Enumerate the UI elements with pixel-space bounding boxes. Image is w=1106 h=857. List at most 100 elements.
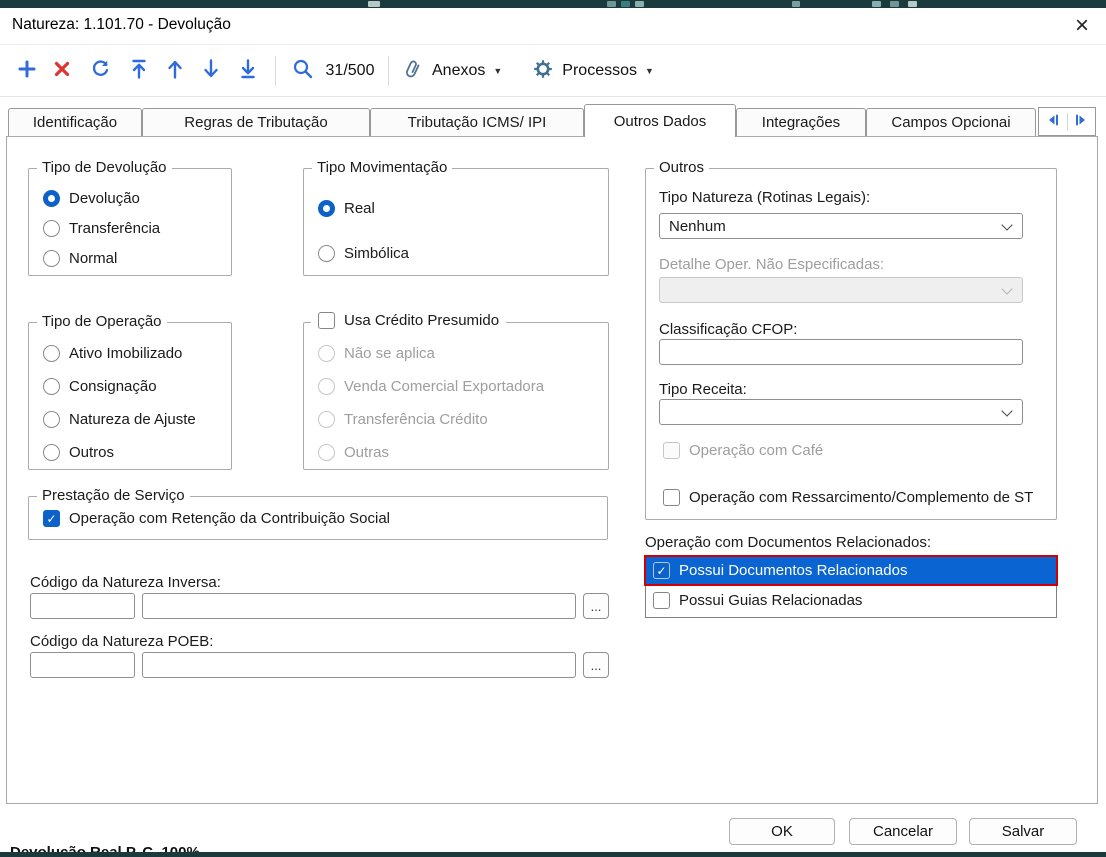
ok-button[interactable]: OK bbox=[729, 818, 835, 845]
anexos-chevron-down-icon[interactable]: ▼ bbox=[493, 66, 502, 76]
search-button[interactable] bbox=[285, 51, 321, 91]
record-counter: 31/500 bbox=[321, 62, 379, 80]
classificacao-cfop-input[interactable] bbox=[659, 339, 1023, 365]
tipo-natureza-select[interactable]: Nenhum bbox=[659, 213, 1023, 239]
radio-real[interactable]: Real bbox=[318, 200, 375, 217]
natureza-inversa-label: Código da Natureza Inversa: bbox=[30, 574, 221, 591]
radio-icon bbox=[43, 444, 60, 461]
search-icon bbox=[292, 58, 314, 84]
tipo-operacao-group: Tipo de Operação Ativo Imobilizado Consi… bbox=[28, 322, 232, 470]
radio-simbolica[interactable]: Simbólica bbox=[318, 245, 409, 262]
desktop-strip-bottom bbox=[0, 852, 1106, 857]
radio-disabled-icon bbox=[318, 444, 335, 461]
anexos-button[interactable] bbox=[398, 51, 428, 91]
radio-transferencia[interactable]: Transferência bbox=[43, 220, 160, 237]
toolbar-divider bbox=[0, 96, 1106, 97]
desktop-strip-icon bbox=[621, 1, 630, 7]
checkbox-checked-icon bbox=[43, 510, 60, 527]
desktop-strip-icon bbox=[872, 1, 881, 7]
possui-documentos-relacionados-option[interactable]: Possui Documentos Relacionados bbox=[644, 555, 1058, 586]
radio-label: Devolução bbox=[69, 190, 140, 207]
move-first-button[interactable] bbox=[120, 51, 157, 91]
retencao-contribuicao-social-checkbox[interactable]: Operação com Retenção da Contribuição So… bbox=[43, 510, 390, 527]
tab-regras-de-tributacao[interactable]: Regras de Tributação bbox=[142, 108, 370, 136]
outros-group: Outros Tipo Natureza (Rotinas Legais): N… bbox=[645, 168, 1057, 520]
documentos-relacionados-listbox: Possui Documentos Relacionados Possui Gu… bbox=[645, 555, 1057, 618]
radio-label: Ativo Imobilizado bbox=[69, 345, 182, 362]
ressarcimento-st-checkbox[interactable]: Operação com Ressarcimento/Complemento d… bbox=[663, 489, 1033, 506]
processos-label[interactable]: Processos bbox=[562, 62, 637, 80]
tab-integracoes[interactable]: Integrações bbox=[736, 108, 866, 136]
checkbox-unchecked-icon bbox=[318, 312, 335, 329]
natureza-inversa-descricao-input[interactable] bbox=[142, 593, 576, 619]
tipo-natureza-label: Tipo Natureza (Rotinas Legais): bbox=[659, 189, 870, 206]
radio-label: Transferência Crédito bbox=[344, 411, 488, 428]
natureza-poeb-codigo-input[interactable] bbox=[30, 652, 135, 678]
possui-guias-relacionadas-option[interactable]: Possui Guias Relacionadas bbox=[646, 586, 1056, 615]
radio-outros[interactable]: Outros bbox=[43, 444, 114, 461]
arrow-up-to-bar-icon bbox=[130, 58, 148, 84]
move-up-button[interactable] bbox=[157, 51, 193, 91]
tab-tributacao-icms-ipi[interactable]: Tributação ICMS/ IPI bbox=[370, 108, 584, 136]
anexos-label[interactable]: Anexos bbox=[432, 62, 485, 80]
group-title: Tipo de Operação bbox=[37, 313, 167, 330]
titlebar-divider bbox=[0, 44, 1106, 45]
radio-outras[interactable]: Outras bbox=[318, 444, 389, 461]
delete-button[interactable] bbox=[44, 51, 80, 91]
radio-transferencia-credito[interactable]: Transferência Crédito bbox=[318, 411, 488, 428]
natureza-dialog: Natureza: 1.101.70 - Devolução × 31/50 bbox=[0, 0, 1106, 857]
radio-consignacao[interactable]: Consignação bbox=[43, 378, 157, 395]
tab-identificacao[interactable]: Identificação bbox=[8, 108, 142, 136]
plus-icon bbox=[17, 59, 37, 83]
radio-normal[interactable]: Normal bbox=[43, 250, 117, 267]
radio-icon bbox=[43, 220, 60, 237]
processos-button[interactable] bbox=[528, 51, 558, 91]
checkbox-unchecked-icon bbox=[663, 489, 680, 506]
cancelar-button[interactable]: Cancelar bbox=[849, 818, 957, 845]
processos-chevron-down-icon[interactable]: ▼ bbox=[645, 66, 654, 76]
tab-scroll-left-icon[interactable] bbox=[1046, 113, 1060, 131]
checkbox-label: Operação com Ressarcimento/Complemento d… bbox=[689, 489, 1033, 506]
checkbox-label: Operação com Retenção da Contribuição So… bbox=[69, 510, 390, 527]
natureza-poeb-browse-button[interactable]: ... bbox=[583, 652, 609, 678]
natureza-inversa-browse-button[interactable]: ... bbox=[583, 593, 609, 619]
radio-venda-comercial-exportadora[interactable]: Venda Comercial Exportadora bbox=[318, 378, 544, 395]
close-button[interactable]: × bbox=[1058, 8, 1106, 44]
natureza-poeb-descricao-input[interactable] bbox=[142, 652, 576, 678]
detalhe-oper-select bbox=[659, 277, 1023, 303]
refresh-button[interactable] bbox=[80, 51, 120, 91]
tab-scroll-right-icon[interactable] bbox=[1074, 113, 1088, 131]
checkbox-label: Operação com Café bbox=[689, 442, 823, 459]
toolbar-separator bbox=[388, 56, 389, 86]
salvar-button[interactable]: Salvar bbox=[969, 818, 1077, 845]
selected-value: Nenhum bbox=[669, 218, 726, 235]
radio-ativo-imobilizado[interactable]: Ativo Imobilizado bbox=[43, 345, 182, 362]
radio-icon bbox=[43, 411, 60, 428]
add-button[interactable] bbox=[10, 51, 44, 91]
radio-selected-icon bbox=[43, 190, 60, 207]
tab-campos-opcionais[interactable]: Campos Opcionai bbox=[866, 108, 1036, 136]
radio-label: Outras bbox=[344, 444, 389, 461]
radio-devolucao[interactable]: Devolução bbox=[43, 190, 140, 207]
operacao-com-cafe-checkbox: Operação com Café bbox=[663, 442, 823, 459]
usa-credito-presumido-checkbox[interactable]: Usa Crédito Presumido bbox=[311, 312, 506, 329]
tipo-receita-label: Tipo Receita: bbox=[659, 381, 747, 398]
radio-label: Não se aplica bbox=[344, 345, 435, 362]
radio-icon bbox=[43, 250, 60, 267]
option-label: Possui Documentos Relacionados bbox=[679, 562, 907, 579]
radio-label: Natureza de Ajuste bbox=[69, 411, 196, 428]
natureza-inversa-codigo-input[interactable] bbox=[30, 593, 135, 619]
radio-nao-se-aplica[interactable]: Não se aplica bbox=[318, 345, 435, 362]
move-last-button[interactable] bbox=[229, 51, 266, 91]
radio-selected-icon bbox=[318, 200, 335, 217]
radio-disabled-icon bbox=[318, 345, 335, 362]
chevron-down-icon bbox=[1001, 219, 1012, 230]
move-down-button[interactable] bbox=[193, 51, 229, 91]
tab-outros-dados[interactable]: Outros Dados bbox=[584, 104, 736, 137]
group-title: Outros bbox=[654, 159, 709, 176]
radio-label: Transferência bbox=[69, 220, 160, 237]
refresh-icon bbox=[90, 59, 110, 83]
radio-natureza-de-ajuste[interactable]: Natureza de Ajuste bbox=[43, 411, 196, 428]
arrow-up-icon bbox=[166, 58, 184, 84]
tipo-receita-select[interactable] bbox=[659, 399, 1023, 425]
